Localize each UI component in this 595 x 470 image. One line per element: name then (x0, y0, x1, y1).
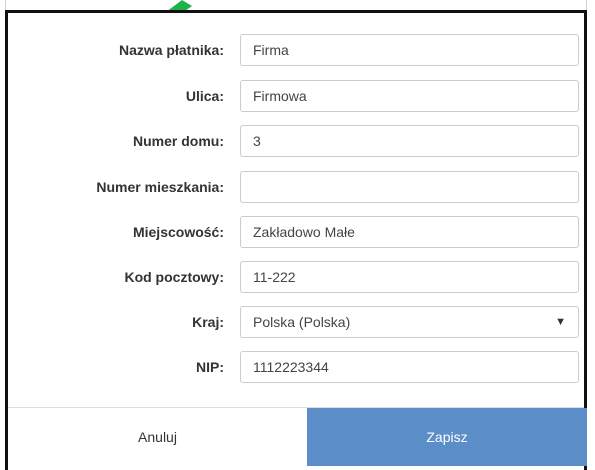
apartment-number-label: Numer mieszkania: (96, 179, 224, 195)
chevron-down-icon: ▼ (555, 316, 566, 328)
dialog-top-edge (5, 0, 587, 10)
row-street: Ulica: Firmowa (8, 80, 584, 112)
save-button[interactable]: Zapisz (307, 408, 587, 466)
apartment-number-input[interactable] (240, 171, 579, 203)
country-select[interactable]: Polska (Polska) ▼ (240, 306, 579, 338)
nip-input[interactable]: 1112223344 (240, 351, 579, 383)
row-city: Miejscowość: Zakładowo Małe (8, 216, 584, 248)
cancel-button[interactable]: Anuluj (8, 408, 307, 466)
row-nip: NIP: 1112223344 (8, 351, 584, 383)
street-label: Ulica: (185, 88, 224, 104)
row-postal-code: Kod pocztowy: 11-222 (8, 261, 584, 293)
city-input[interactable]: Zakładowo Małe (240, 216, 579, 248)
row-country: Kraj: Polska (Polska) ▼ (8, 306, 584, 338)
row-payer-name: Nazwa płatnika: Firma (8, 34, 584, 66)
dialog-footer: Anuluj Zapisz (8, 407, 587, 468)
house-number-input[interactable]: 3 (240, 125, 579, 157)
nip-label: NIP: (196, 359, 224, 375)
city-label: Miejscowość: (132, 224, 224, 240)
payer-name-input[interactable]: Firma (240, 34, 579, 66)
postal-code-input[interactable]: 11-222 (240, 261, 579, 293)
row-apartment-number: Numer mieszkania: (8, 171, 584, 203)
street-input[interactable]: Firmowa (240, 80, 579, 112)
row-house-number: Numer domu: 3 (8, 125, 584, 157)
postal-code-label: Kod pocztowy: (124, 269, 224, 285)
house-number-label: Numer domu: (133, 133, 224, 149)
country-select-value: Polska (Polska) (253, 314, 351, 330)
country-label: Kraj: (192, 314, 224, 330)
payer-dialog: Nazwa płatnika: Firma Ulica: Firmowa Num… (5, 10, 587, 470)
payer-name-label: Nazwa płatnika: (118, 42, 224, 58)
